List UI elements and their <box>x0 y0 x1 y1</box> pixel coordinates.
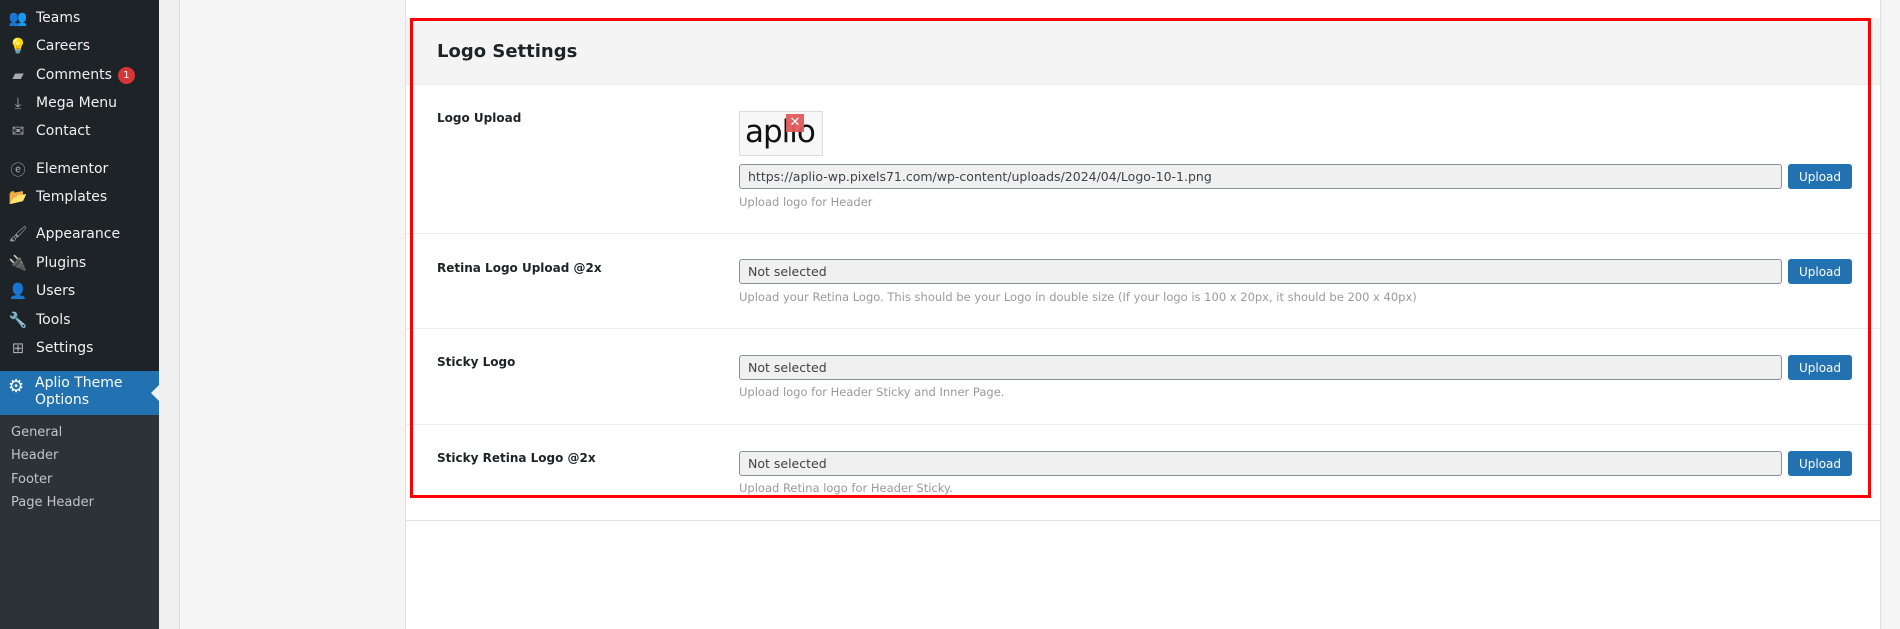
sidebar-item-label: Teams <box>36 10 81 26</box>
submenu: General Header Footer Page Header <box>0 415 159 629</box>
gear-icon: ⚙ <box>8 376 25 397</box>
field-logo-upload: Logo Upload <box>406 85 1880 234</box>
submenu-item-header[interactable]: Header <box>11 448 58 463</box>
field-label: Logo Upload <box>437 111 522 125</box>
brush-icon: 🖌 <box>8 225 28 243</box>
sidebar-item-label: Users <box>36 283 76 299</box>
lightbulb-icon: 💡 <box>8 37 28 55</box>
settings-icon: ⊞ <box>11 339 25 357</box>
field-help: Upload your Retina Logo. This should be … <box>739 290 1417 304</box>
sidebar-item-label: Settings <box>36 340 94 356</box>
remove-logo-icon[interactable]: ✕ <box>786 114 804 132</box>
sidebar-item-comments[interactable]: ▰ Comments 1 <box>0 61 159 89</box>
sidebar-item-label: Comments <box>36 67 112 83</box>
logo-url-input[interactable]: https://aplio-wp.pixels71.com/wp-content… <box>739 164 1782 189</box>
groups-icon: 👥 <box>8 9 28 27</box>
sidebar-item-label: Plugins <box>36 255 87 271</box>
upload-sticky-retina-logo-button[interactable]: Upload <box>1788 451 1852 476</box>
sidebar-item-settings[interactable]: ⊞ Settings <box>0 334 159 362</box>
panel-header: Logo Settings <box>406 18 1880 85</box>
field-label: Sticky Retina Logo @2x <box>437 451 596 465</box>
plugin-icon: 🔌 <box>8 254 28 272</box>
wrench-icon: 🔧 <box>8 311 28 329</box>
upload-logo-button[interactable]: Upload <box>1788 164 1852 189</box>
field-label: Retina Logo Upload @2x <box>437 261 602 275</box>
divider <box>179 0 180 629</box>
comment-count-badge: 1 <box>117 66 135 84</box>
field-help: Upload Retina logo for Header Sticky. <box>739 481 953 495</box>
sidebar-item-aplio-theme-options[interactable]: ⚙ Aplio Theme Options <box>0 371 159 415</box>
sidebar-item-contact[interactable]: ✉ Contact <box>0 117 159 145</box>
sidebar-item-label: Contact <box>36 123 91 139</box>
sidebar-item-users[interactable]: 👤 Users <box>0 277 159 305</box>
sidebar-item-appearance[interactable]: 🖌 Appearance <box>0 220 159 248</box>
submenu-item-footer[interactable]: Footer <box>11 472 52 487</box>
panel-title: Logo Settings <box>437 41 578 62</box>
content-gutter <box>180 0 405 629</box>
upload-sticky-logo-button[interactable]: Upload <box>1788 355 1852 380</box>
download-icon: ⤓ <box>14 94 22 112</box>
sidebar-item-label: Careers <box>36 38 91 54</box>
admin-sidebar: 👥 Teams 💡 Careers ▰ Comments 1 ⤓ Mega Menu ✉ C… <box>0 0 159 629</box>
folder-icon: 📂 <box>8 188 28 206</box>
field-help: Upload logo for Header <box>739 195 873 209</box>
logo-settings-panel: Logo Settings Logo Upload aplio ✕ https:… <box>405 0 1881 629</box>
sidebar-item-label: Aplio Theme Options <box>35 375 123 408</box>
panel-bottom-border <box>405 520 1881 521</box>
sidebar-item-teams[interactable]: 👥 Teams <box>0 4 159 32</box>
sidebar-item-templates[interactable]: 📂 Templates <box>0 183 159 211</box>
sidebar-item-label: Mega Menu <box>36 95 118 111</box>
sticky-retina-logo-input[interactable]: Not selected <box>739 451 1782 476</box>
upload-retina-logo-button[interactable]: Upload <box>1788 259 1852 284</box>
sidebar-item-label: Tools <box>36 312 71 328</box>
sidebar-item-label: Appearance <box>36 226 121 242</box>
elementor-icon: ⓔ <box>10 160 26 179</box>
email-icon: ✉ <box>11 122 25 140</box>
sidebar-item-careers[interactable]: 💡 Careers <box>0 32 159 60</box>
sidebar-item-plugins[interactable]: 🔌 Plugins <box>0 249 159 277</box>
sidebar-item-label: Elementor <box>36 161 109 177</box>
comment-icon: ▰ <box>12 66 24 84</box>
right-gutter <box>1881 0 1900 629</box>
sidebar-item-tools[interactable]: 🔧 Tools <box>0 306 159 334</box>
sidebar-item-elementor[interactable]: ⓔ Elementor <box>0 155 159 183</box>
submenu-item-general[interactable]: General <box>11 425 62 440</box>
submenu-item-page-header[interactable]: Page Header <box>11 495 94 510</box>
sticky-logo-input[interactable]: Not selected <box>739 355 1782 380</box>
logo-preview: aplio <box>739 111 823 156</box>
sidebar-item-label: Templates <box>36 189 108 205</box>
field-help: Upload logo for Header Sticky and Inner … <box>739 385 1005 399</box>
sidebar-item-mega-menu[interactable]: ⤓ Mega Menu <box>0 89 159 117</box>
retina-logo-input[interactable]: Not selected <box>739 259 1782 284</box>
field-label: Sticky Logo <box>437 355 516 369</box>
user-icon: 👤 <box>8 282 28 300</box>
